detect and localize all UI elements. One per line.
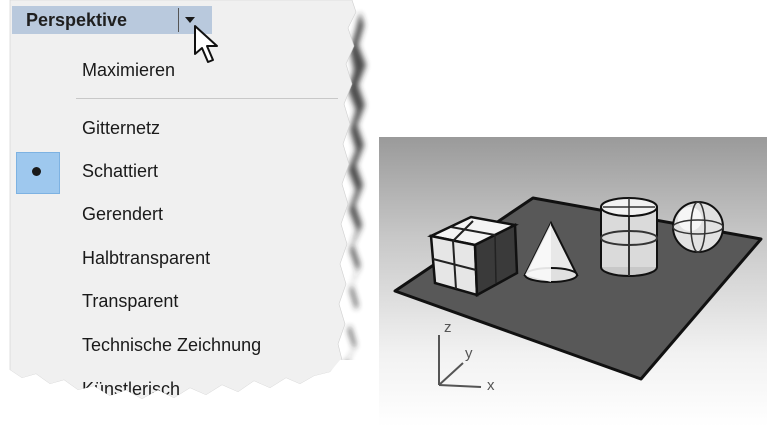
menu-item-technical[interactable]: Technische Zeichnung xyxy=(82,335,261,356)
mouse-cursor-icon xyxy=(194,25,218,63)
torn-edge xyxy=(0,360,360,427)
menu-item-xray[interactable]: Transparent xyxy=(82,291,178,312)
menu-separator xyxy=(76,98,338,99)
checked-dot-icon xyxy=(32,167,41,176)
menu-item-maximize[interactable]: Maximieren xyxy=(82,60,175,81)
menu-item-shaded[interactable]: Schattiert xyxy=(82,161,158,182)
viewport-title[interactable]: Perspektive xyxy=(26,10,127,31)
shaded-viewport[interactable]: z y x xyxy=(379,137,767,427)
menu-item-ghosted[interactable]: Halbtransparent xyxy=(82,248,210,269)
axis-z-label: z xyxy=(444,319,452,336)
axis-y-label: y xyxy=(465,345,473,362)
axis-x-label: x xyxy=(487,377,495,394)
menu-item-wireframe[interactable]: Gitternetz xyxy=(82,118,160,139)
menu-item-rendered[interactable]: Gerendert xyxy=(82,204,163,225)
